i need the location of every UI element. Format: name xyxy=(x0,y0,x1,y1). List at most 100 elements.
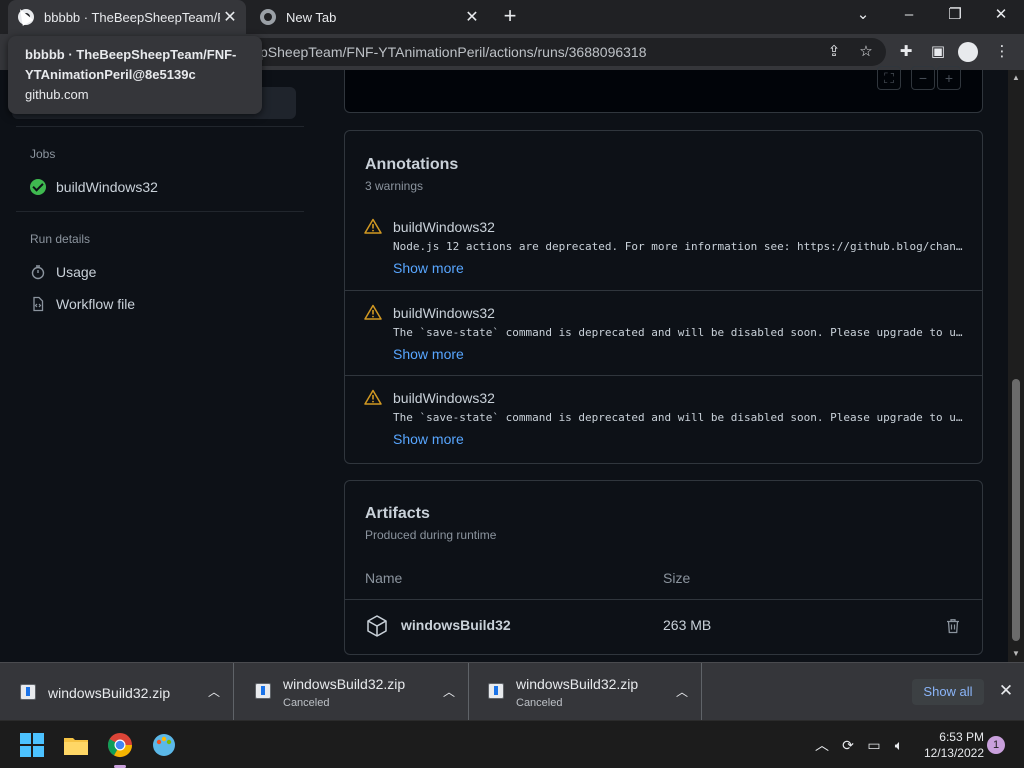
extensions-puzzle-icon[interactable]: ✚ xyxy=(894,40,918,64)
package-icon xyxy=(367,615,387,637)
sidebar-item-job[interactable]: buildWindows32 xyxy=(30,175,158,199)
new-tab-button[interactable]: + xyxy=(498,4,522,28)
clock-time: 6:53 PM xyxy=(939,730,984,744)
share-icon[interactable]: ⇪ xyxy=(822,40,846,64)
annotations-subtitle: 3 warnings xyxy=(365,179,424,193)
chevron-up-icon[interactable]: ︿ xyxy=(674,683,690,699)
zip-file-icon xyxy=(255,683,271,699)
artifacts-subtitle: Produced during runtime xyxy=(365,528,497,542)
notification-badge[interactable]: 1 xyxy=(987,736,1005,754)
tray-chevron-up-icon[interactable]: ︿ xyxy=(812,735,832,755)
download-item[interactable]: windowsBuild32.zip ︿ xyxy=(0,663,234,721)
annotation-message: The `save-state` command is deprecated a… xyxy=(393,326,965,339)
windows-start-icon[interactable] xyxy=(16,729,48,761)
sidebar-item-usage[interactable]: Usage xyxy=(30,260,96,284)
page-scrollbar[interactable]: ▲ ▼ xyxy=(1008,70,1024,662)
scroll-thumb[interactable] xyxy=(1012,379,1020,641)
taskbar-clock[interactable]: 6:53 PM 12/13/2022 xyxy=(912,729,984,761)
download-filename: windowsBuild32.zip xyxy=(48,685,171,701)
profile-avatar-icon[interactable] xyxy=(958,42,978,62)
annotation-job: buildWindows32 xyxy=(393,305,495,321)
workflow-graph-panel: ⛶ − + xyxy=(344,66,983,113)
tab-github-run[interactable]: bbbbb · TheBeepSheepTeam/FNF ✕ xyxy=(8,0,246,34)
zip-file-icon xyxy=(20,684,36,700)
jobs-heading: Jobs xyxy=(30,147,56,161)
sidebar-divider xyxy=(16,126,304,127)
chevron-up-icon[interactable]: ︿ xyxy=(206,683,222,699)
annotation-job: buildWindows32 xyxy=(393,390,495,406)
volume-icon[interactable]: 🔈︎ xyxy=(889,735,909,755)
side-panel-icon[interactable]: ▣ xyxy=(926,40,950,64)
chrome-taskbar-icon[interactable] xyxy=(104,729,136,761)
file-code-icon xyxy=(30,296,46,312)
file-explorer-icon[interactable] xyxy=(60,729,92,761)
artifact-name-link[interactable]: windowsBuild32 xyxy=(401,617,511,633)
download-status: Canceled xyxy=(283,697,330,709)
tab-close-icon[interactable]: ✕ xyxy=(462,7,482,27)
warning-icon xyxy=(364,304,382,320)
bookmark-star-icon[interactable]: ☆ xyxy=(854,40,878,64)
download-shelf: windowsBuild32.zip ︿ windowsBuild32.zip … xyxy=(0,662,1024,721)
close-download-shelf-icon[interactable]: ✕ xyxy=(996,681,1016,701)
tab-close-icon[interactable]: ✕ xyxy=(220,7,240,27)
download-item[interactable]: windowsBuild32.zip Canceled ︿ xyxy=(468,663,702,721)
window-close-button[interactable]: ✕ xyxy=(978,0,1024,30)
menu-kebab-icon[interactable]: ⋮ xyxy=(990,40,1014,64)
minimize-button[interactable]: – xyxy=(886,0,932,30)
annotation-message: Node.js 12 actions are deprecated. For m… xyxy=(393,240,965,253)
artifacts-panel: Artifacts Produced during runtime Name S… xyxy=(344,480,983,655)
column-header-size: Size xyxy=(663,570,691,586)
tooltip-url: github.com xyxy=(25,87,89,102)
download-filename: windowsBuild32.zip xyxy=(516,676,639,692)
browser-tab-strip: bbbbb · TheBeepSheepTeam/FNF ✕ New Tab ✕… xyxy=(0,0,1024,34)
show-more-link[interactable]: Show more xyxy=(393,260,464,276)
warning-icon xyxy=(364,218,382,234)
job-label: buildWindows32 xyxy=(56,179,158,195)
download-item[interactable]: windowsBuild32.zip Canceled ︿ xyxy=(235,663,469,721)
sidebar-divider xyxy=(16,211,304,212)
zoom-in-button[interactable]: + xyxy=(937,66,961,90)
annotation-item: buildWindows32 The `save-state` command … xyxy=(345,290,982,375)
artifacts-title: Artifacts xyxy=(365,505,430,522)
artifacts-table-header: Name Size xyxy=(345,560,982,600)
scroll-up-arrow-icon[interactable]: ▲ xyxy=(1008,72,1024,84)
zip-file-icon xyxy=(488,683,504,699)
clock-date: 12/13/2022 xyxy=(923,746,984,760)
chrome-favicon-icon xyxy=(260,9,276,25)
tab-hover-tooltip: bbbbb · TheBeepSheepTeam/FNF- YTAnimatio… xyxy=(8,36,262,114)
tooltip-title-line2: YTAnimationPeril@8e5139c xyxy=(25,67,196,82)
download-status: Canceled xyxy=(516,697,563,709)
warning-icon xyxy=(364,389,382,405)
tab-title: New Tab xyxy=(286,9,337,25)
annotation-job: buildWindows32 xyxy=(393,219,495,235)
tooltip-title-line1: bbbbb · TheBeepSheepTeam/FNF- xyxy=(25,47,237,62)
tab-title: bbbbb · TheBeepSheepTeam/FNF xyxy=(44,9,220,25)
sidebar-item-workflow-file[interactable]: Workflow file xyxy=(30,292,135,316)
annotations-title: Annotations xyxy=(365,156,459,173)
tray-sync-icon[interactable]: ⟳ xyxy=(838,735,858,755)
maximize-button[interactable]: ❐ xyxy=(932,0,978,30)
annotation-item: buildWindows32 Node.js 12 actions are de… xyxy=(345,205,982,290)
paint-app-icon[interactable] xyxy=(148,729,180,761)
workflow-file-label: Workflow file xyxy=(56,296,136,312)
show-all-downloads-button[interactable]: Show all xyxy=(912,679,984,705)
tab-new-tab[interactable]: New Tab ✕ xyxy=(250,0,488,34)
windows-taskbar: ︿ ⟳ ▭ 🔈︎ 6:53 PM 12/13/2022 1 xyxy=(0,720,1024,768)
usage-label: Usage xyxy=(56,264,97,280)
tab-search-icon[interactable]: ⌄ xyxy=(840,0,886,30)
column-header-name: Name xyxy=(365,570,403,586)
run-details-heading: Run details xyxy=(30,232,91,246)
network-icon[interactable]: ▭ xyxy=(864,735,884,755)
show-more-link[interactable]: Show more xyxy=(393,346,464,362)
show-more-link[interactable]: Show more xyxy=(393,431,464,447)
zoom-out-button[interactable]: − xyxy=(911,66,935,90)
artifact-size: 263 MB xyxy=(663,617,712,633)
table-row: windowsBuild32 263 MB xyxy=(345,601,982,653)
fullscreen-icon[interactable]: ⛶ xyxy=(877,66,901,90)
chevron-up-icon[interactable]: ︿ xyxy=(441,683,457,699)
trash-icon[interactable] xyxy=(946,618,960,634)
sidebar: Jobs buildWindows32 Run details Usage Wo… xyxy=(16,70,304,662)
scroll-down-arrow-icon[interactable]: ▼ xyxy=(1008,648,1024,660)
download-filename: windowsBuild32.zip xyxy=(283,676,406,692)
stopwatch-icon xyxy=(30,264,46,280)
